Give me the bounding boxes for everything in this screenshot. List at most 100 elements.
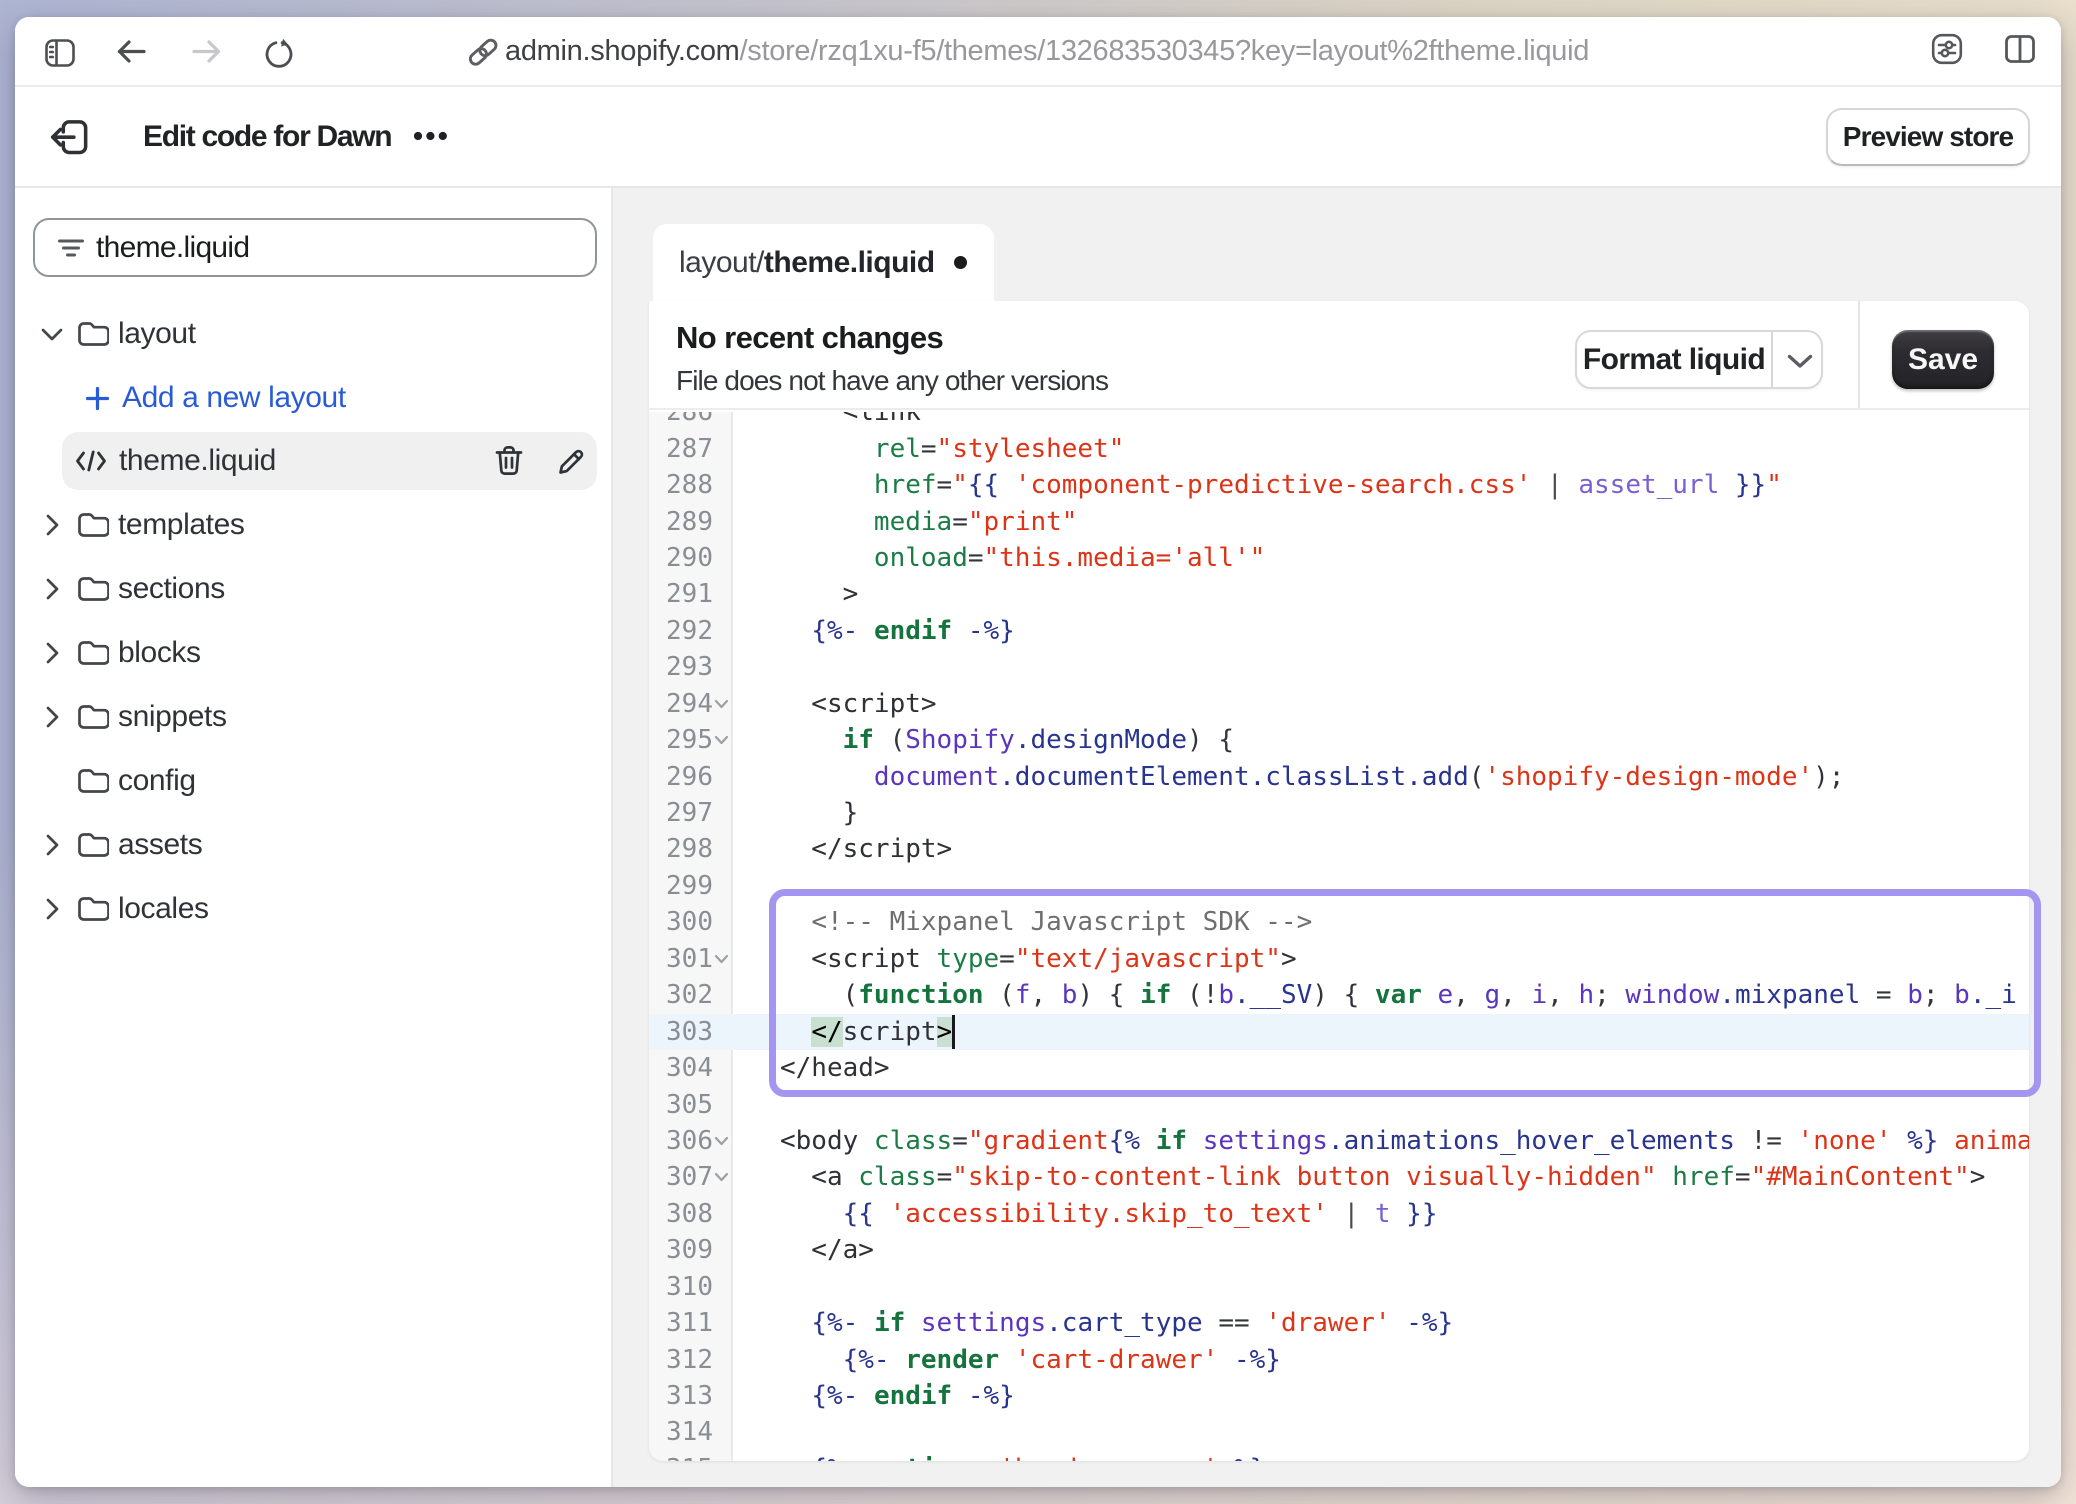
browser-toolbar: admin.shopify.com/store/rzq1xu-f5/themes… [15,17,2061,87]
back-icon[interactable] [117,39,147,64]
code-line-295[interactable]: 295 if (Shopify.designMode) { [649,722,2029,758]
code-text: (function (f, b) { if (!b.__SV) { var e,… [780,977,2017,1013]
line-number: 288 [649,467,713,503]
code-line-294[interactable]: 294 <script> [649,686,2029,722]
chevron-right-icon[interactable] [46,642,59,664]
line-number: 290 [649,540,713,576]
chevron-right-icon[interactable] [46,898,59,920]
exit-editor-icon[interactable] [48,116,88,156]
sidebar-item-templates[interactable]: templates [15,496,613,554]
sidebar-action-add-a-new-layout[interactable]: Add a new layout [15,369,613,427]
editor-toolbar: No recent changes File does not have any… [649,301,2029,410]
code-line-308[interactable]: 308 {{ 'accessibility.skip_to_text' | t … [649,1196,2029,1232]
code-line-298[interactable]: 298 </script> [649,831,2029,867]
fold-chevron-icon[interactable] [714,699,729,709]
line-number: 314 [649,1414,713,1450]
file-search-input[interactable]: theme.liquid [33,218,597,277]
line-number: 294 [649,686,713,722]
chevron-right-icon[interactable] [46,578,59,600]
code-line-309[interactable]: 309 </a> [649,1232,2029,1268]
code-line-305[interactable]: 305 [649,1087,2029,1123]
rename-icon[interactable] [556,445,588,477]
format-button-divider [1771,332,1773,387]
code-line-290[interactable]: 290 onload="this.media='all'" [649,540,2029,576]
split-view-icon[interactable] [2005,35,2035,63]
sidebar-toggle-icon[interactable] [45,39,75,67]
line-number: 292 [649,613,713,649]
sidebar-item-snippets[interactable]: snippets [15,688,613,746]
code-line-300[interactable]: 300 <!-- Mixpanel Javascript SDK --> [649,904,2029,940]
chevron-down-icon[interactable] [1787,354,1813,369]
code-line-315[interactable]: 315 {% sections 'header-group' %} [649,1451,2029,1461]
code-text: <script type="text/javascript"> [780,941,1297,977]
line-number: 296 [649,759,713,795]
content: theme.liquid layoutAdd a new layouttheme… [15,188,2061,1487]
code-editor[interactable]: 286 <link287 rel="stylesheet"288 href="{… [649,412,2029,1461]
code-line-291[interactable]: 291 > [649,576,2029,612]
code-line-311[interactable]: 311 {%- if settings.cart_type == 'drawer… [649,1305,2029,1341]
chevron-down-icon[interactable] [41,328,63,341]
sidebar-item-blocks[interactable]: blocks [15,624,613,682]
sidebar-item-config[interactable]: config [15,752,613,810]
code-text: <!-- Mixpanel Javascript SDK --> [780,904,1312,940]
page-settings-icon[interactable] [1931,33,1963,65]
desktop-background: admin.shopify.com/store/rzq1xu-f5/themes… [0,0,2076,1504]
line-number: 310 [649,1269,713,1305]
code-line-287[interactable]: 287 rel="stylesheet" [649,431,2029,467]
fold-chevron-icon[interactable] [714,954,729,964]
line-number: 291 [649,576,713,612]
code-line-307[interactable]: 307 <a class="skip-to-content-link butto… [649,1159,2029,1195]
code-line-306[interactable]: 306<body class="gradient{% if settings.a… [649,1123,2029,1159]
code-text: > [780,576,858,612]
code-line-289[interactable]: 289 media="print" [649,504,2029,540]
folder-icon [77,896,109,922]
tab-theme-liquid[interactable]: layout/theme.liquid [653,224,994,301]
sidebar-item-layout[interactable]: layout [15,305,613,363]
code-text: {{ 'accessibility.skip_to_text' | t }} [780,1196,1437,1232]
code-line-313[interactable]: 313 {%- endif -%} [649,1378,2029,1414]
code-line-288[interactable]: 288 href="{{ 'component-predictive-searc… [649,467,2029,503]
chevron-right-icon[interactable] [46,834,59,856]
code-line-293[interactable]: 293 [649,649,2029,685]
save-button[interactable]: Save [1892,330,1994,389]
preview-store-button[interactable]: Preview store [1826,108,2030,166]
url-bar[interactable]: admin.shopify.com/store/rzq1xu-f5/themes… [505,17,1589,85]
fold-chevron-icon[interactable] [714,1136,729,1146]
code-line-310[interactable]: 310 [649,1269,2029,1305]
more-actions-icon[interactable] [413,129,453,143]
code-line-299[interactable]: 299 [649,868,2029,904]
line-number: 315 [649,1451,713,1461]
sidebar-item-theme.liquid[interactable]: theme.liquid [15,432,613,490]
url-domain: admin.shopify.com [505,35,740,68]
code-line-301[interactable]: 301 <script type="text/javascript"> [649,941,2029,977]
code-text: </a> [780,1232,874,1268]
tree-item-label: config [118,752,196,810]
unsaved-dot [954,256,967,269]
status-title: No recent changes [676,320,943,356]
format-liquid-button[interactable]: Format liquid [1575,330,1823,389]
chevron-right-icon[interactable] [46,514,59,536]
delete-icon[interactable] [494,445,524,477]
code-line-303[interactable]: 303 </script> [649,1014,2029,1050]
chevron-right-icon[interactable] [46,706,59,728]
code-line-292[interactable]: 292 {%- endif -%} [649,613,2029,649]
code-line-286[interactable]: 286 <link [649,412,2029,431]
sidebar-item-assets[interactable]: assets [15,816,613,874]
fold-chevron-icon[interactable] [714,735,729,745]
reload-icon[interactable] [264,38,294,68]
code-line-314[interactable]: 314 [649,1414,2029,1450]
code-line-312[interactable]: 312 {%- render 'cart-drawer' -%} [649,1342,2029,1378]
code-line-302[interactable]: 302 (function (f, b) { if (!b.__SV) { va… [649,977,2029,1013]
forward-icon[interactable] [191,39,221,64]
fold-chevron-icon[interactable] [714,1172,729,1182]
folder-icon [77,704,109,730]
code-text: document.documentElement.classList.add('… [780,759,1844,795]
code-line-296[interactable]: 296 document.documentElement.classList.a… [649,759,2029,795]
code-text: <script> [780,686,937,722]
code-line-297[interactable]: 297 } [649,795,2029,831]
sidebar-item-locales[interactable]: locales [15,880,613,938]
code-lines: 286 <link287 rel="stylesheet"288 href="{… [649,412,2029,1461]
code-line-304[interactable]: 304</head> [649,1050,2029,1086]
text-cursor [952,1015,955,1049]
sidebar-item-sections[interactable]: sections [15,560,613,618]
